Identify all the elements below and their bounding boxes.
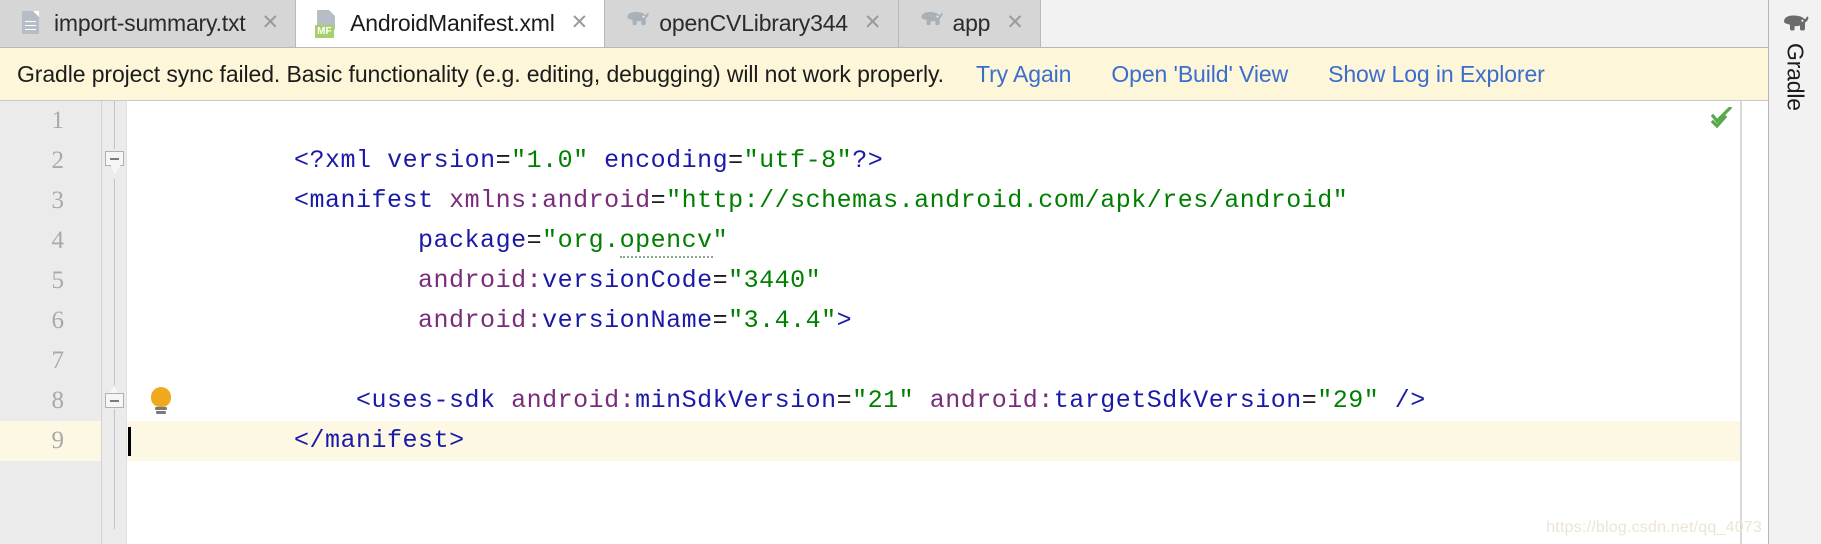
tab-close-icon[interactable]: ✕ (858, 12, 884, 36)
line-number: 5 (51, 267, 65, 294)
right-tool-window-strip: Gradle (1768, 0, 1821, 544)
current-line-gutter-highlight (0, 421, 101, 461)
text-caret (128, 427, 131, 456)
line-number-gutter: 1 2 3 4 5 6 7 8 9 (0, 101, 102, 544)
line-number: 3 (51, 187, 65, 214)
tab-bar-empty-area (1040, 0, 1768, 47)
tab-import-summary-txt[interactable]: import-summary.txt ✕ (0, 0, 297, 47)
tab-label: openCVLibrary344 (659, 10, 848, 36)
open-build-view-link[interactable]: Open 'Build' View (1111, 61, 1288, 88)
line-number: 8 (51, 387, 65, 414)
inspection-ok-check-icon[interactable] (1710, 105, 1735, 129)
gradle-elephant-icon (1779, 12, 1811, 35)
fold-region-line (114, 101, 115, 149)
gradle-elephant-icon (917, 9, 943, 39)
tab-label: app (952, 10, 991, 36)
tab-opencvlibrary344[interactable]: openCVLibrary344 ✕ (605, 0, 899, 47)
page-watermark: https://blog.csdn.net/qq_4073 (1546, 519, 1762, 536)
manifest-file-icon: MF (314, 9, 340, 39)
code-folding-strip[interactable] (102, 101, 127, 544)
code-text-area[interactable]: <?xml version="1.0" encoding="utf-8"?> <… (127, 101, 1740, 544)
try-again-link[interactable]: Try Again (976, 61, 1072, 88)
gradle-elephant-icon (623, 9, 650, 39)
tab-close-icon[interactable]: ✕ (565, 12, 591, 36)
text-file-icon (18, 9, 44, 39)
tab-label: AndroidManifest.xml (350, 10, 555, 36)
editor-column: import-summary.txt ✕ MF AndroidManifest.… (0, 0, 1768, 544)
gradle-sync-notification-bar: Gradle project sync failed. Basic functi… (0, 48, 1768, 101)
gradle-tool-window-label[interactable]: Gradle (1782, 43, 1809, 111)
line-number: 1 (51, 107, 65, 134)
line-number: 2 (51, 147, 65, 174)
tab-close-icon[interactable]: ✕ (256, 12, 282, 36)
manifest-badge-label: MF (315, 24, 334, 38)
editor-marker-bar[interactable] (1741, 101, 1768, 544)
show-log-in-explorer-link[interactable]: Show Log in Explorer (1328, 61, 1545, 88)
fold-region-line (114, 409, 115, 529)
code-line-3: package="org.opencv" (139, 181, 728, 258)
fold-marker-expanded-line2[interactable] (105, 151, 124, 174)
android-studio-window: import-summary.txt ✕ MF AndroidManifest.… (0, 0, 1821, 544)
line-number: 4 (51, 227, 65, 254)
code-line-4: android:versionCode="3440" (294, 266, 822, 295)
line-number: 9 (51, 427, 65, 454)
fold-region-line (114, 179, 115, 393)
line-number: 6 (51, 307, 65, 334)
tab-androidmanifest-xml[interactable]: MF AndroidManifest.xml ✕ (296, 0, 606, 47)
tab-label: import-summary.txt (54, 10, 246, 36)
code-line-1: <?xml version="1.0" encoding="utf-8"?> (294, 146, 884, 175)
notification-message: Gradle project sync failed. Basic functi… (17, 60, 944, 87)
intention-lightbulb-icon[interactable] (149, 387, 173, 415)
editor-tab-bar: import-summary.txt ✕ MF AndroidManifest.… (0, 0, 1768, 48)
code-line-2: <manifest xmlns:android="http://schemas.… (294, 186, 1349, 215)
code-line-5: android:versionName="3.4.4"> (294, 306, 853, 335)
tab-close-icon[interactable]: ✕ (1000, 12, 1026, 36)
tab-app[interactable]: app ✕ (898, 0, 1041, 47)
code-editor[interactable]: 1 2 3 4 5 6 7 8 9 <?xml version="1.0" en… (0, 101, 1768, 544)
code-line-8: </manifest> (294, 426, 465, 455)
code-line-7: <uses-sdk android:minSdkVersion="21" and… (294, 386, 1426, 415)
line-number: 7 (51, 347, 65, 374)
